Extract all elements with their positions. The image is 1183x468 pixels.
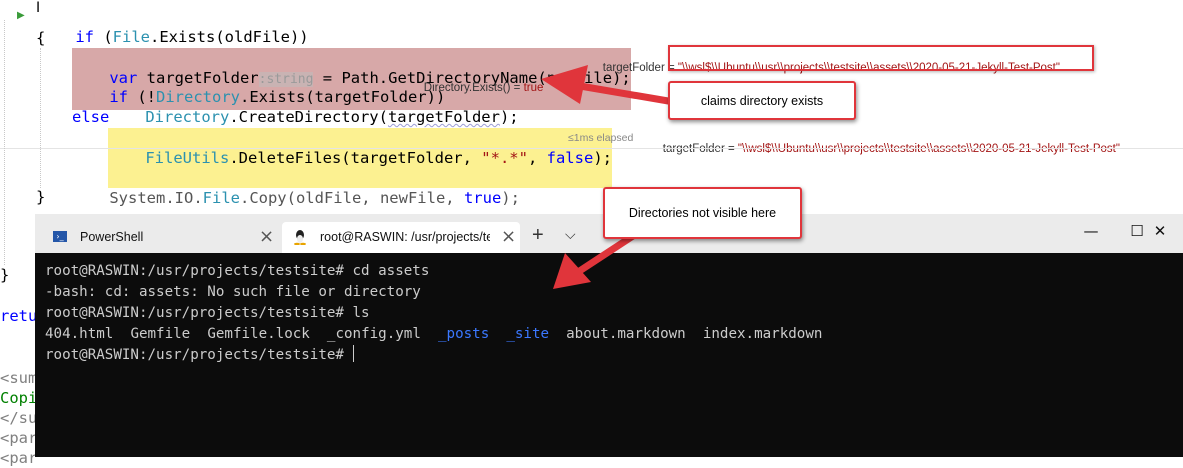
prompt: root@RASWIN:/usr/projects/testsite# bbox=[45, 263, 344, 279]
brace-close-method: } bbox=[0, 266, 10, 284]
datatip-value: true bbox=[523, 82, 544, 94]
tab-label: root@RASWIN: /usr/projects/te bbox=[320, 230, 490, 244]
code-text: ( bbox=[94, 28, 113, 46]
type-name: FileUtils bbox=[145, 149, 230, 167]
new-tab-button[interactable]: + bbox=[532, 224, 544, 247]
variable-name: targetFolder bbox=[387, 108, 500, 126]
code-text: .CreateDirectory( bbox=[229, 108, 388, 126]
close-icon[interactable]: × bbox=[501, 226, 516, 247]
powershell-icon: ›_ bbox=[53, 231, 67, 242]
brace-close: } bbox=[36, 188, 46, 206]
file-entry: Gemfile bbox=[130, 326, 191, 342]
keyword: true bbox=[463, 189, 502, 207]
terminal-line: root@RASWIN:/usr/projects/testsite# ls bbox=[45, 303, 370, 324]
command: ls bbox=[343, 305, 370, 321]
code-text: ); bbox=[593, 149, 612, 167]
file-entry: 404.html bbox=[45, 326, 114, 342]
code-text: , bbox=[527, 149, 547, 167]
chevron-down-icon[interactable]: ⌵ bbox=[565, 226, 576, 243]
ls-output-line: 404.html Gemfile Gemfile.lock _config.ym… bbox=[45, 324, 822, 345]
doc-comment-fragment: </su bbox=[0, 409, 38, 427]
tab-root-raswin[interactable]: root@RASWIN: /usr/projects/te × bbox=[282, 222, 520, 253]
code-text: ); bbox=[499, 108, 519, 126]
close-window-button[interactable]: ✕ bbox=[1137, 222, 1183, 246]
indent-guide bbox=[40, 48, 41, 188]
type-name: File bbox=[112, 28, 150, 46]
prompt: root@RASWIN:/usr/projects/testsite# bbox=[45, 347, 344, 363]
code-text: System.IO. bbox=[109, 189, 203, 207]
indent-guide bbox=[4, 20, 5, 265]
datatip-targetfolder-delete[interactable]: targetFolder = "\\wsl$\\Ubuntu\\usr\\pro… bbox=[650, 131, 1120, 167]
file-entry: _config.yml bbox=[326, 326, 421, 342]
code-text: .DeleteFiles(targetFolder, bbox=[229, 149, 482, 167]
linux-penguin-icon bbox=[294, 229, 306, 246]
doc-comment-fragment: <par bbox=[0, 449, 38, 467]
doc-comment-fragment: <par bbox=[0, 429, 38, 447]
highlight-box bbox=[668, 45, 1094, 71]
type-name: Directory bbox=[145, 108, 230, 126]
datatip-label: targetFolder = bbox=[602, 62, 678, 74]
datatip-label: targetFolder = bbox=[662, 143, 738, 155]
code-text: ); bbox=[501, 189, 520, 207]
callout-directories-not-visible: Directories not visible here bbox=[603, 187, 802, 239]
file-entry: about.markdown bbox=[566, 326, 686, 342]
terminal-input-line[interactable]: root@RASWIN:/usr/projects/testsite# bbox=[45, 345, 354, 366]
code-text: .Copy(oldFile, newFile, bbox=[239, 189, 464, 207]
brace-open: { bbox=[36, 29, 46, 47]
run-to-click-icon[interactable]: ▶ bbox=[17, 10, 25, 21]
datatip-value: "\\wsl$\\Ubuntu\\usr\\projects\\testsite… bbox=[737, 143, 1120, 155]
terminal-line: -bash: cd: assets: No such file or direc… bbox=[45, 284, 421, 300]
close-icon[interactable]: × bbox=[259, 226, 274, 247]
doc-comment-fragment: Copi bbox=[0, 389, 38, 407]
prompt: root@RASWIN:/usr/projects/testsite# bbox=[45, 305, 344, 321]
type-name: File bbox=[202, 189, 240, 207]
directory-entry: _posts bbox=[437, 326, 490, 342]
text-cursor bbox=[352, 345, 354, 362]
callout-claims-directory-exists: claims directory exists bbox=[668, 81, 856, 120]
perf-tip-elapsed[interactable]: ≤1ms elapsed bbox=[568, 132, 633, 144]
keyword: false bbox=[546, 149, 594, 167]
code-line-else: else bbox=[72, 108, 110, 126]
command: cd assets bbox=[343, 263, 430, 279]
file-entry: Gemfile.lock bbox=[207, 326, 310, 342]
tab-label: PowerShell bbox=[80, 230, 144, 244]
file-entry: index.markdown bbox=[702, 326, 823, 342]
current-line-underline bbox=[0, 148, 1183, 149]
tab-powershell[interactable]: ›_ PowerShell × bbox=[43, 222, 281, 253]
doc-comment-fragment: <sum bbox=[0, 369, 38, 387]
windows-terminal[interactable]: ›_ PowerShell × root@RASWIN: /usr/projec… bbox=[35, 214, 1183, 457]
return-keyword-fragment: retu bbox=[0, 307, 38, 325]
string-literal: "*.*" bbox=[481, 149, 528, 167]
terminal-line: root@RASWIN:/usr/projects/testsite# cd a… bbox=[45, 261, 429, 282]
code-text: .Exists(oldFile)) bbox=[150, 28, 309, 46]
minimize-button[interactable]: — bbox=[1068, 222, 1114, 246]
directory-entry: _site bbox=[506, 326, 550, 342]
keyword: if bbox=[75, 28, 94, 46]
